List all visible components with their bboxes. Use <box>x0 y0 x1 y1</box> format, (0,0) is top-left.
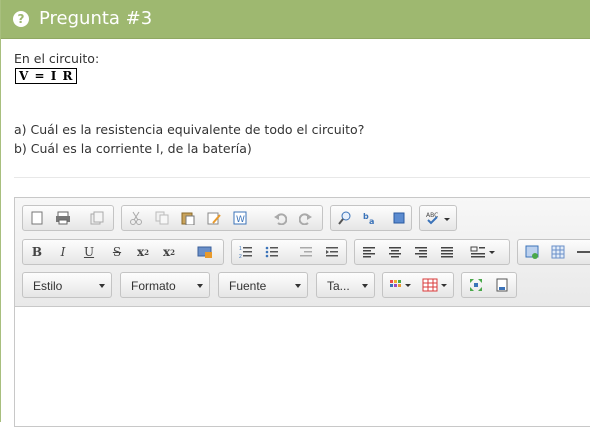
format-dropdown[interactable]: Formato <box>120 272 210 298</box>
toolbar-group-insert <box>517 239 590 265</box>
background-color-icon[interactable] <box>421 276 449 294</box>
show-blocks-icon[interactable] <box>492 276 512 294</box>
help-icon: ? <box>13 11 29 27</box>
rich-text-editor: W ba ABC B I U S x 2 x 2 1 2 Estilo Form… <box>14 197 590 427</box>
toolbar-group-align <box>354 239 510 265</box>
maximize-icon[interactable] <box>466 276 486 294</box>
image-icon[interactable] <box>522 243 542 261</box>
spellcheck-icon[interactable]: ABC <box>424 209 452 227</box>
indent-icon[interactable] <box>322 243 342 261</box>
toolbar-group-lists: 12 <box>231 239 347 265</box>
paste-word-icon[interactable]: W <box>230 209 250 227</box>
format-dropdown-label: Formato <box>131 279 176 293</box>
superscript-label: x <box>162 245 171 259</box>
chevron-down-icon <box>362 284 368 288</box>
select-all-icon[interactable] <box>389 209 409 227</box>
bulleted-list-icon[interactable] <box>262 243 282 261</box>
align-center-icon[interactable] <box>385 243 405 261</box>
numbered-list-icon[interactable]: 12 <box>236 243 256 261</box>
remove-format-icon[interactable] <box>195 243 215 261</box>
outdent-icon[interactable] <box>296 243 316 261</box>
svg-text:W: W <box>236 215 245 225</box>
paste-text-icon[interactable] <box>204 209 224 227</box>
style-dropdown-label: Estilo <box>33 279 63 293</box>
subscript-button[interactable]: x2 <box>133 243 153 261</box>
find-icon[interactable] <box>335 209 355 227</box>
copy-icon[interactable] <box>152 209 172 227</box>
question-intro: En el circuito: <box>14 51 100 66</box>
print-icon[interactable] <box>53 209 73 227</box>
svg-text:2: 2 <box>239 254 242 259</box>
toolbar-group-colors <box>382 272 454 298</box>
question-title: Pregunta #3 <box>39 8 153 29</box>
table-icon[interactable] <box>548 243 568 261</box>
svg-text:1: 1 <box>239 246 242 252</box>
chevron-down-icon <box>99 284 105 288</box>
superscript-button[interactable]: x2 <box>159 243 179 261</box>
redo-icon[interactable] <box>296 209 316 227</box>
editor-toolbar: W ba ABC B I U S x 2 x 2 1 2 Estilo Form… <box>15 198 590 307</box>
align-left-icon[interactable] <box>359 243 379 261</box>
editor-content-area[interactable] <box>15 307 590 426</box>
align-right-icon[interactable] <box>411 243 431 261</box>
chevron-down-icon <box>295 284 301 288</box>
italic-button[interactable]: I <box>53 243 73 261</box>
underline-button[interactable]: U <box>79 243 99 261</box>
undo-icon[interactable] <box>270 209 290 227</box>
toolbar-group-view <box>461 272 517 298</box>
divider <box>14 177 590 178</box>
toolbar-group-spell: ABC <box>419 205 457 231</box>
question-part-b: b) Cuál es la corriente I, de la batería… <box>14 141 252 156</box>
paste-icon[interactable] <box>178 209 198 227</box>
toolbar-group-clipboard: W <box>121 205 323 231</box>
question-header: ? Pregunta #3 <box>1 0 590 39</box>
svg-text:a: a <box>369 217 374 225</box>
replace-icon[interactable]: ba <box>361 209 381 227</box>
toolbar-group-find: ba <box>330 205 412 231</box>
justify-icon[interactable] <box>437 243 457 261</box>
font-dropdown[interactable]: Fuente <box>218 272 308 298</box>
size-dropdown-label: Ta... <box>327 279 350 293</box>
templates-icon[interactable] <box>87 209 107 227</box>
font-dropdown-label: Fuente <box>229 279 267 293</box>
text-direction-icon[interactable] <box>469 243 497 261</box>
size-dropdown[interactable]: Ta... <box>316 272 375 298</box>
cut-icon[interactable] <box>126 209 146 227</box>
subscript-label: x <box>136 245 145 259</box>
strikethrough-button[interactable]: S <box>107 243 127 261</box>
text-color-icon[interactable] <box>387 276 415 294</box>
horizontal-line-icon[interactable] <box>574 243 590 261</box>
bold-button[interactable]: B <box>27 243 47 261</box>
toolbar-group-basic-styles: B I U S x2 x2 <box>22 239 224 265</box>
question-part-a: a) Cuál es la resistencia equivalente de… <box>14 122 365 137</box>
question-panel: ? Pregunta #3 En el circuito: V = I R a)… <box>0 0 590 427</box>
formula-image: V = I R <box>15 68 78 84</box>
preview-icon[interactable] <box>27 209 47 227</box>
toolbar-group-document <box>22 205 114 231</box>
style-dropdown[interactable]: Estilo <box>22 272 112 298</box>
chevron-down-icon <box>197 284 203 288</box>
